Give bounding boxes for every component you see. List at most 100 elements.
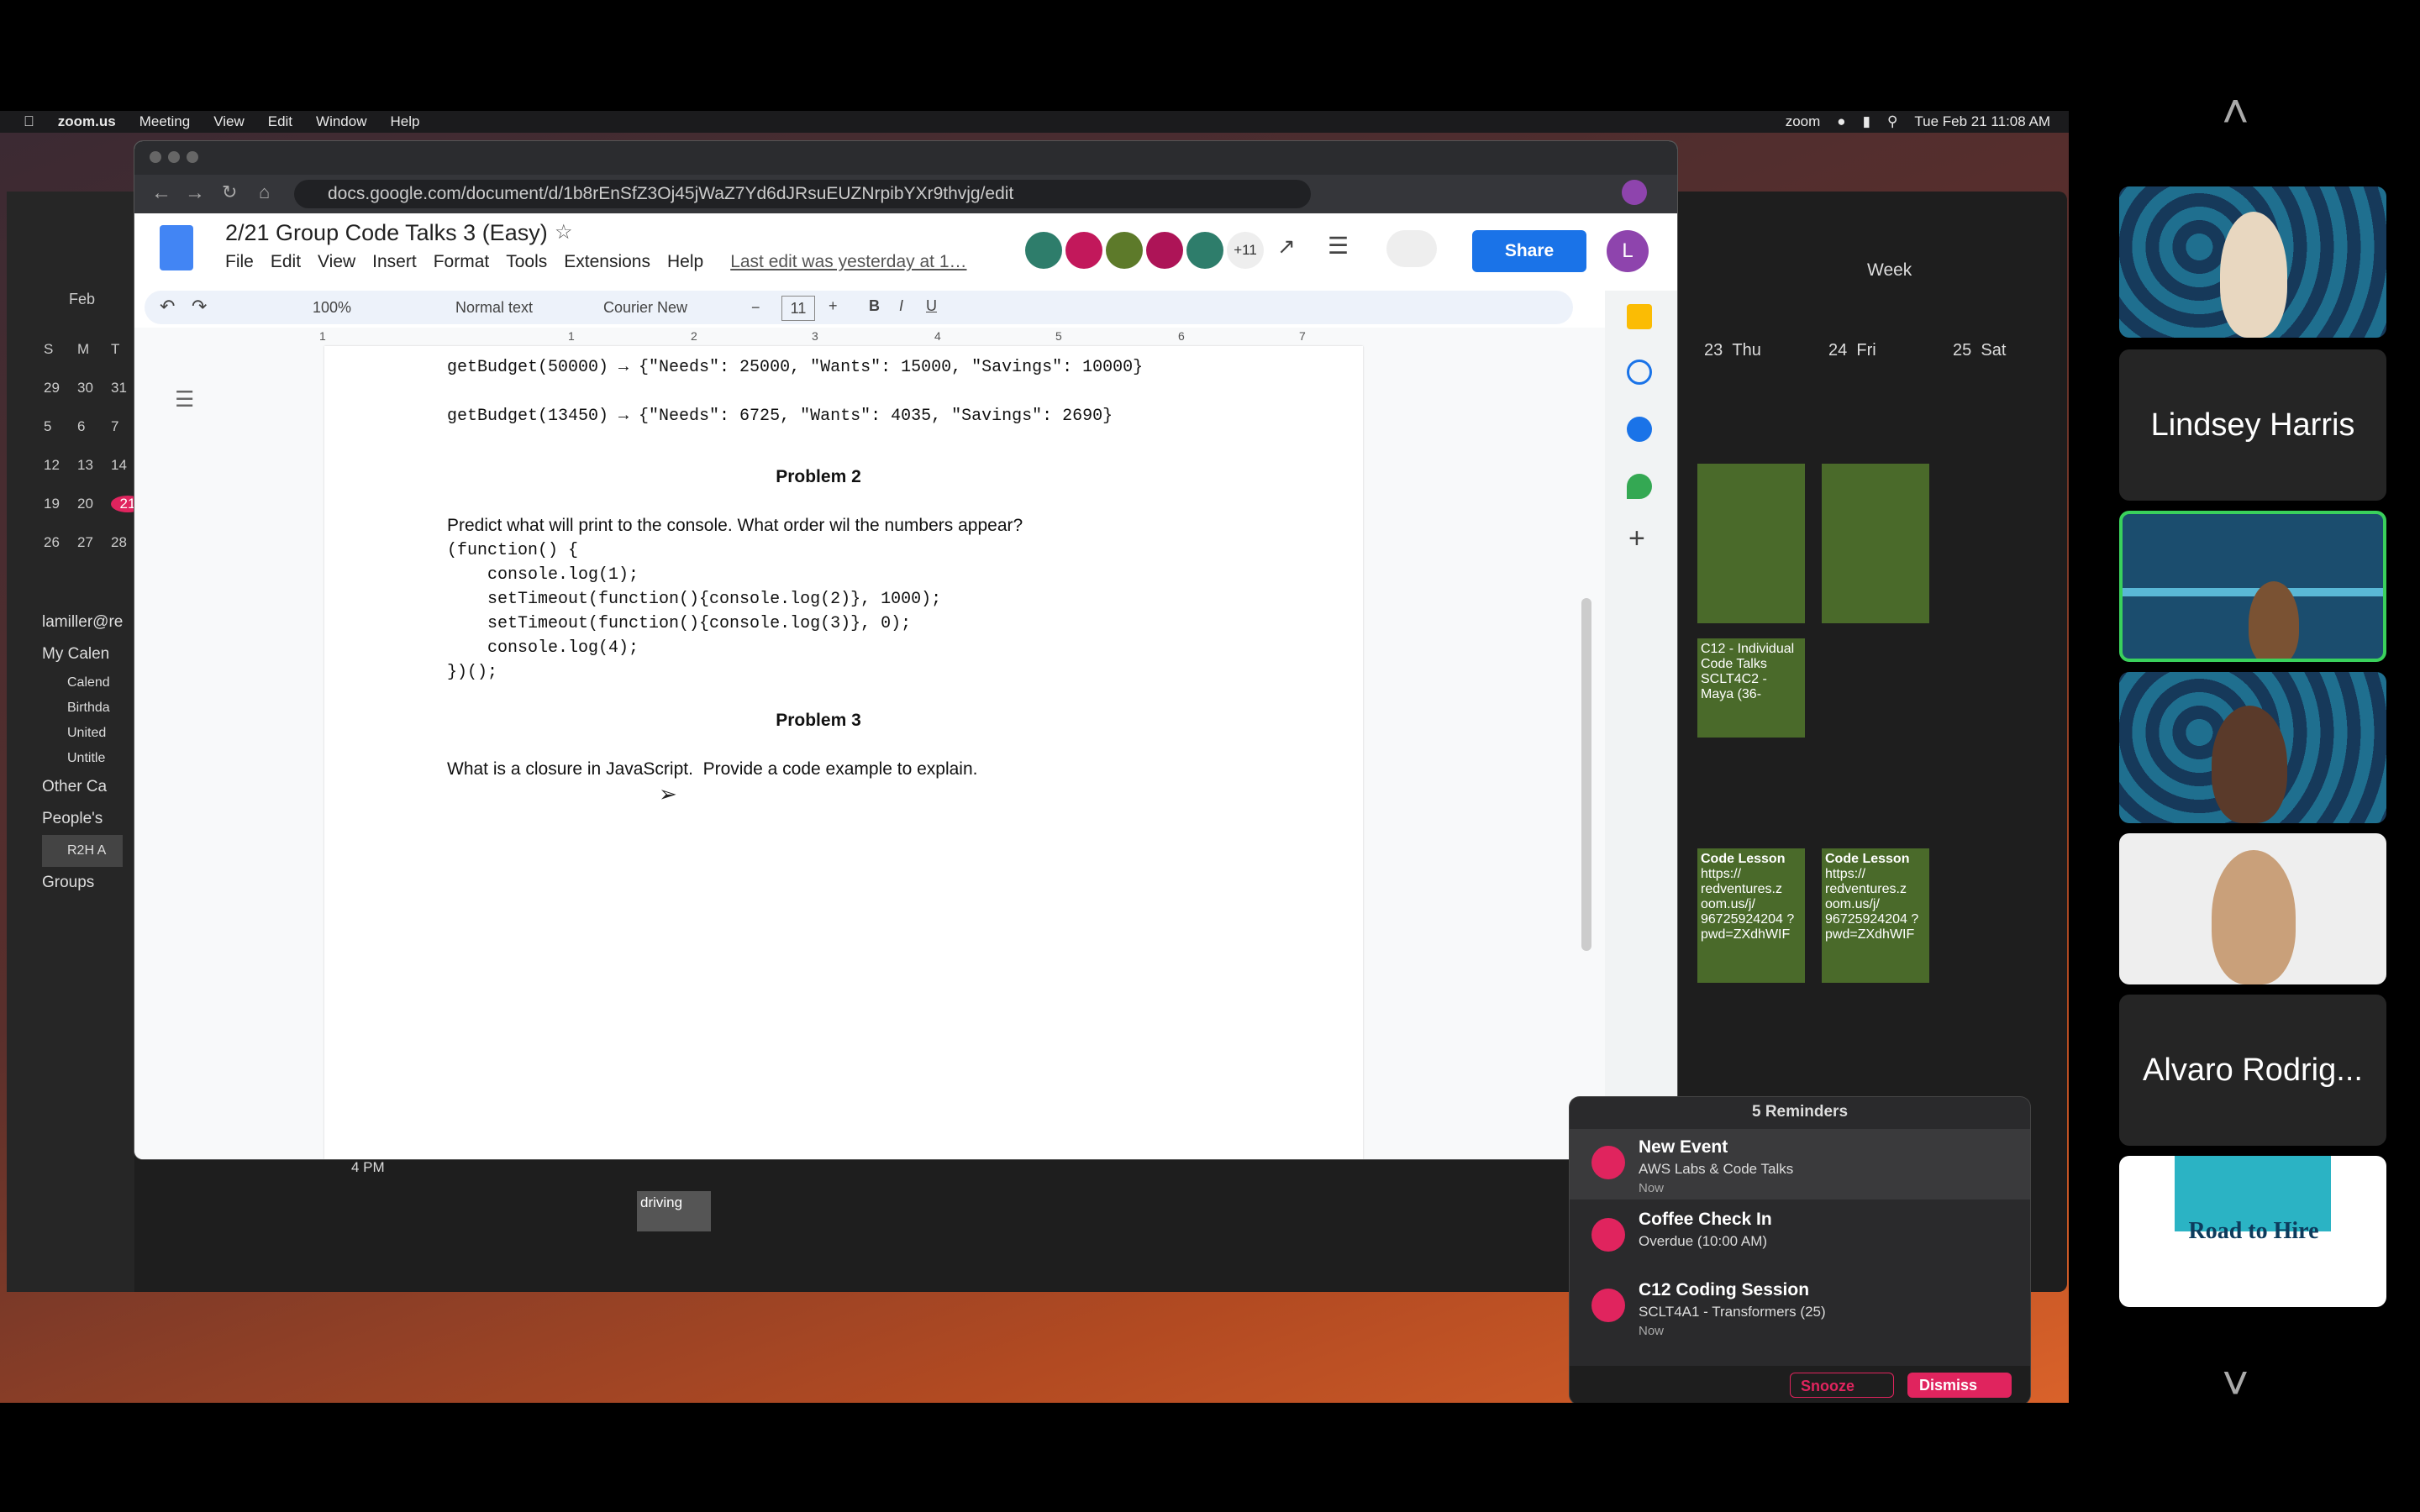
style-select[interactable]: Normal text <box>455 299 533 317</box>
font-select[interactable]: Courier New <box>603 299 687 317</box>
day[interactable]: 20 <box>77 496 111 512</box>
wifi-icon[interactable]: ● <box>1837 113 1845 130</box>
avatar[interactable] <box>1025 232 1062 269</box>
chevron-up-icon[interactable]: ˄ <box>2222 84 2249 139</box>
apple-icon[interactable]:  <box>24 113 34 130</box>
participant-logo-tile[interactable]: Road to Hire <box>2119 1156 2386 1307</box>
menu-format[interactable]: Format <box>434 252 490 272</box>
menu-help[interactable]: Help <box>391 113 420 130</box>
account-label[interactable]: lamiller@re <box>42 606 123 638</box>
calendar-event[interactable] <box>1822 464 1929 623</box>
r2h-calendar[interactable]: R2H A <box>42 835 124 867</box>
calendar-item[interactable]: Untitle <box>67 746 123 771</box>
outline-icon[interactable]: ☰ <box>175 386 194 412</box>
url-input[interactable]: docs.google.com/document/d/1b8rEnSfZ3Oj4… <box>294 180 1311 208</box>
avatar[interactable] <box>1186 232 1223 269</box>
collaborator-count[interactable]: +11 <box>1227 232 1264 269</box>
menu-file[interactable]: File <box>225 252 254 272</box>
tasks-icon[interactable] <box>1627 360 1652 385</box>
calendar-item[interactable]: Birthda <box>67 696 123 721</box>
account-avatar[interactable]: L <box>1607 230 1649 272</box>
zoom-select[interactable]: 100% <box>313 299 351 317</box>
reminder-item[interactable]: New Event AWS Labs & Code Talks Now <box>1570 1129 2030 1200</box>
menu-view[interactable]: View <box>213 113 245 130</box>
participant-video[interactable] <box>2119 672 2386 823</box>
day[interactable]: 12 <box>44 457 77 474</box>
event-driving[interactable]: driving <box>637 1191 711 1231</box>
menu-edit[interactable]: Edit <box>271 252 301 272</box>
profile-avatar[interactable] <box>1622 180 1647 205</box>
menu-window[interactable]: Window <box>316 113 366 130</box>
menu-view[interactable]: View <box>318 252 355 272</box>
activity-icon[interactable]: ↗ <box>1277 234 1296 260</box>
reminder-item[interactable]: Coffee Check In Overdue (10:00 AM) <box>1570 1201 2030 1272</box>
back-icon[interactable]: ← <box>151 181 171 205</box>
ruler[interactable]: 1 1 2 3 4 5 6 7 <box>134 328 1605 346</box>
home-icon[interactable]: ⌂ <box>259 181 270 203</box>
document-page[interactable]: getBudget(50000) → {"Needs": 25000, "Wan… <box>324 346 1363 1159</box>
add-addon-icon[interactable]: + <box>1628 522 1645 555</box>
collaborator-avatars[interactable]: +11 <box>1025 232 1264 269</box>
close-window-button[interactable] <box>150 151 161 163</box>
day[interactable]: 13 <box>77 457 111 474</box>
redo-icon[interactable]: ↷ <box>192 296 207 318</box>
event-c12[interactable]: C12 - Individual Code Talks SCLT4C2 - Ma… <box>1697 638 1805 738</box>
decrease-size-button[interactable]: − <box>751 299 760 317</box>
contacts-icon[interactable] <box>1627 417 1652 442</box>
meet-icon[interactable] <box>1386 230 1437 267</box>
search-icon[interactable]: ⚲ <box>1887 113 1897 130</box>
battery-icon[interactable]: ▮ <box>1863 113 1870 130</box>
menu-insert[interactable]: Insert <box>372 252 417 272</box>
calendar-event[interactable] <box>1697 464 1805 623</box>
docs-logo-icon[interactable] <box>160 225 193 270</box>
menu-extensions[interactable]: Extensions <box>564 252 650 272</box>
bold-button[interactable]: B <box>869 297 880 315</box>
dismiss-button[interactable]: Dismiss <box>1907 1373 2012 1398</box>
menu-tools[interactable]: Tools <box>506 252 547 272</box>
day[interactable]: 6 <box>77 418 111 435</box>
participant-video[interactable] <box>2119 833 2386 984</box>
peoples-label[interactable]: People's <box>42 803 123 835</box>
forward-icon[interactable]: → <box>185 181 205 205</box>
snooze-button[interactable]: Snooze <box>1790 1373 1894 1398</box>
font-size-input[interactable]: 11 <box>781 296 815 321</box>
tab-strip[interactable] <box>134 141 1677 175</box>
day[interactable]: 26 <box>44 534 77 551</box>
undo-icon[interactable]: ↶ <box>160 296 175 318</box>
reminder-item[interactable]: C12 Coding Session SCLT4A1 - Transformer… <box>1570 1272 2030 1342</box>
avatar[interactable] <box>1106 232 1143 269</box>
app-menu[interactable]: zoom.us <box>58 113 116 130</box>
event-code-lesson[interactable]: Code Lesson https:// redventures.z oom.u… <box>1822 848 1929 983</box>
keep-icon[interactable] <box>1627 304 1652 329</box>
share-button[interactable]: Share <box>1472 230 1586 272</box>
maps-icon[interactable] <box>1627 474 1652 499</box>
increase-size-button[interactable]: + <box>829 297 838 315</box>
participant-video[interactable] <box>2119 186 2386 338</box>
event-code-lesson[interactable]: Code Lesson https:// redventures.z oom.u… <box>1697 848 1805 983</box>
day[interactable]: 30 <box>77 380 111 396</box>
underline-button[interactable]: U <box>926 297 937 315</box>
day[interactable]: 19 <box>44 496 77 512</box>
clock[interactable]: Tue Feb 21 11:08 AM <box>1914 113 2050 130</box>
menu-edit[interactable]: Edit <box>268 113 292 130</box>
scrollbar[interactable] <box>1581 598 1591 951</box>
calendar-item[interactable]: Calend <box>67 670 123 696</box>
view-selector[interactable]: Week <box>1867 260 1912 281</box>
other-calendars-label[interactable]: Other Ca <box>42 771 123 803</box>
avatar[interactable] <box>1065 232 1102 269</box>
reload-icon[interactable]: ↻ <box>222 181 237 203</box>
my-calendars-label[interactable]: My Calen <box>42 638 123 670</box>
participant-tile[interactable]: Lindsey Harris <box>2119 349 2386 501</box>
groups-label[interactable]: Groups <box>42 867 123 899</box>
day[interactable]: 27 <box>77 534 111 551</box>
zoom-status[interactable]: zoom <box>1786 113 1821 130</box>
star-icon[interactable]: ☆ <box>555 220 573 244</box>
active-speaker-video[interactable] <box>2119 511 2386 662</box>
italic-button[interactable]: I <box>899 297 903 315</box>
chevron-down-icon[interactable]: ˅ <box>2222 1356 2249 1410</box>
day[interactable]: 5 <box>44 418 77 435</box>
document-title[interactable]: 2/21 Group Code Talks 3 (Easy) <box>225 220 548 246</box>
day[interactable]: 29 <box>44 380 77 396</box>
avatar[interactable] <box>1146 232 1183 269</box>
comments-icon[interactable]: ☰ <box>1328 232 1349 260</box>
